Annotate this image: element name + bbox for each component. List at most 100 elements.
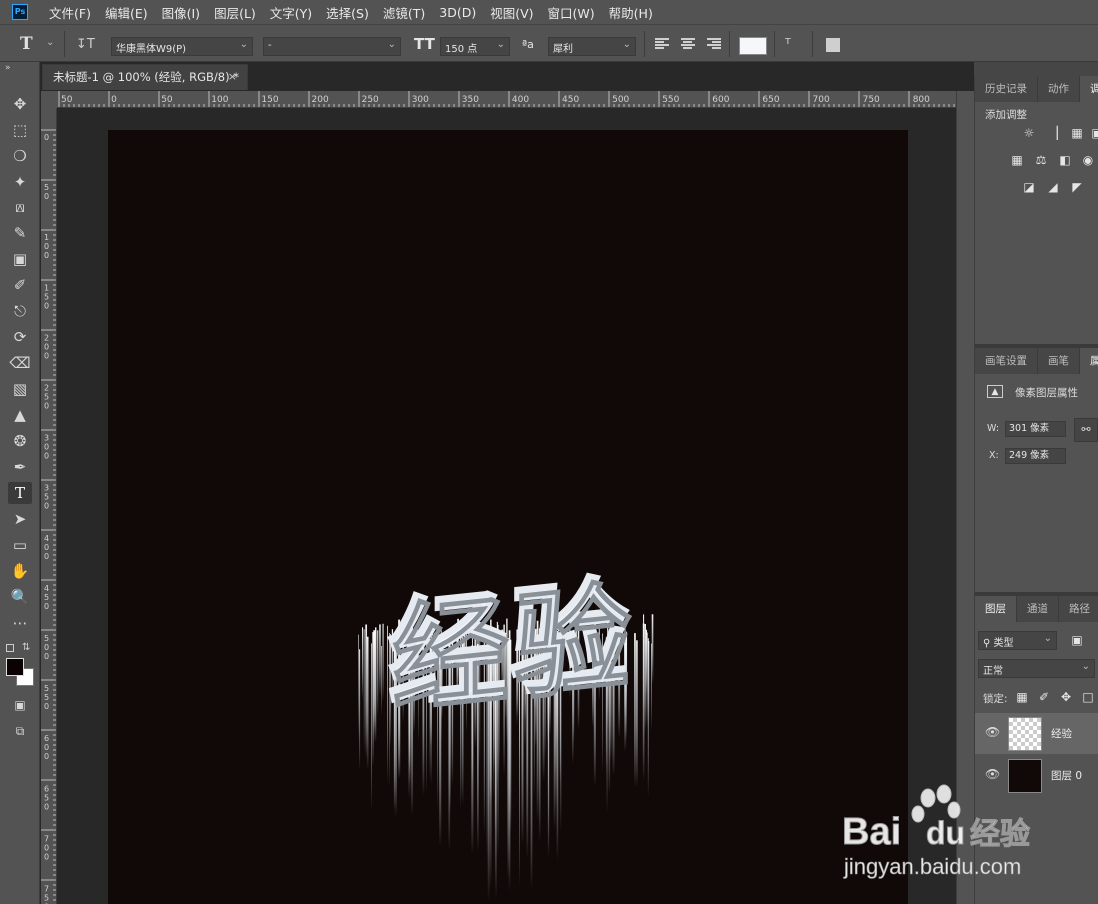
shape-tool-icon[interactable]: ▭ bbox=[8, 534, 32, 556]
brightness-icon[interactable]: ☼ bbox=[1021, 127, 1037, 140]
font-family-select[interactable]: 华康黑体W9(P) ⌄ bbox=[111, 37, 253, 56]
swap-colors-icon[interactable]: ⇅ bbox=[22, 642, 30, 653]
eraser-tool-icon[interactable]: ⌫ bbox=[8, 352, 32, 374]
align-left-icon[interactable] bbox=[655, 38, 669, 50]
document-canvas[interactable]: 经验 经验 bbox=[108, 130, 908, 904]
layer-row[interactable]: 👁 经验 bbox=[975, 713, 1098, 754]
pen-tool-icon[interactable]: ✒ bbox=[8, 456, 32, 478]
black-white-icon[interactable]: ◧ bbox=[1057, 154, 1073, 167]
tab-history[interactable]: 历史记录 bbox=[975, 76, 1038, 102]
marquee-tool-icon[interactable]: ⬚ bbox=[8, 119, 32, 141]
font-size-input[interactable]: 150 点 ⌄ bbox=[440, 37, 510, 56]
vertical-ruler[interactable]: 0501001502002503003504004505005506006507… bbox=[41, 108, 57, 904]
text-orientation-icon[interactable]: ↧T bbox=[76, 37, 95, 52]
tab-properties[interactable]: 属 bbox=[1080, 348, 1098, 374]
vibrance-icon[interactable]: ▦ bbox=[1009, 154, 1025, 167]
threshold-icon[interactable]: ◤ bbox=[1069, 181, 1085, 194]
filter-image-icon[interactable]: ▣ bbox=[1069, 634, 1085, 647]
layer-row[interactable]: 👁 图层 0 bbox=[975, 755, 1098, 796]
width-field[interactable]: 301 像素 bbox=[1005, 421, 1066, 437]
menu-filter[interactable]: 滤镜(T) bbox=[376, 3, 432, 22]
blend-mode-select[interactable]: 正常 ⌄ bbox=[978, 659, 1095, 678]
character-panel-icon[interactable] bbox=[826, 38, 840, 52]
tab-brush[interactable]: 画笔 bbox=[1038, 348, 1080, 374]
layer-filter-select[interactable]: ⚲ 类型 ⌄ bbox=[978, 631, 1057, 650]
move-tool-icon[interactable]: ✥ bbox=[8, 93, 32, 115]
photo-filter-icon[interactable]: ◉ bbox=[1080, 154, 1096, 167]
tab-layers[interactable]: 图层 bbox=[975, 596, 1017, 622]
menu-image[interactable]: 图像(I) bbox=[155, 3, 207, 22]
tool-preset-picker[interactable]: T bbox=[20, 34, 33, 54]
history-brush-tool-icon[interactable]: ⟳ bbox=[8, 326, 32, 348]
stamp-tool-icon[interactable]: ⎋ bbox=[8, 300, 32, 322]
crop-tool-icon[interactable]: ⟎ bbox=[8, 196, 32, 218]
lock-pixels-icon[interactable]: ✐ bbox=[1036, 691, 1052, 704]
menu-edit[interactable]: 编辑(E) bbox=[98, 3, 155, 22]
align-center-icon[interactable] bbox=[681, 38, 695, 50]
blur-tool-icon[interactable]: ▲ bbox=[8, 404, 32, 426]
text-color-swatch[interactable] bbox=[739, 37, 767, 55]
visibility-eye-icon[interactable]: 👁 bbox=[985, 725, 1000, 739]
tab-adjustments[interactable]: 调 bbox=[1080, 76, 1098, 102]
tab-actions[interactable]: 动作 bbox=[1038, 76, 1080, 102]
close-icon[interactable]: × bbox=[228, 65, 237, 89]
brush-tool-icon[interactable]: ✐ bbox=[8, 274, 32, 296]
visibility-eye-icon[interactable]: 👁 bbox=[985, 767, 1000, 781]
zoom-tool-icon[interactable]: 🔍 bbox=[8, 586, 32, 608]
menu-file[interactable]: 文件(F) bbox=[42, 3, 98, 22]
menu-3d[interactable]: 3D(D) bbox=[432, 5, 483, 20]
levels-icon[interactable]: ▕ bbox=[1045, 127, 1061, 140]
path-select-tool-icon[interactable]: ➤ bbox=[8, 508, 32, 530]
tab-paths[interactable]: 路径 bbox=[1059, 596, 1098, 622]
menu-help[interactable]: 帮助(H) bbox=[602, 3, 660, 22]
menu-layer[interactable]: 图层(L) bbox=[207, 3, 263, 22]
color-balance-icon[interactable]: ⚖ bbox=[1033, 154, 1049, 167]
divider bbox=[774, 31, 775, 57]
posterize-icon[interactable]: ◢ bbox=[1045, 181, 1061, 194]
quick-mask-icon[interactable]: ▣ bbox=[8, 694, 32, 716]
gradient-tool-icon[interactable]: ▧ bbox=[8, 378, 32, 400]
hand-tool-icon[interactable]: ✋ bbox=[8, 560, 32, 582]
document-tab[interactable]: 未标题-1 @ 100% (经验, RGB/8) * × bbox=[42, 64, 248, 90]
layer-name[interactable]: 经验 bbox=[1051, 726, 1072, 741]
warp-text-icon[interactable]: ᵀ bbox=[785, 35, 791, 53]
curves-icon[interactable]: ▦ bbox=[1069, 127, 1085, 140]
vertical-scrollbar[interactable] bbox=[956, 91, 974, 904]
lock-artboard-icon[interactable]: □ bbox=[1080, 691, 1096, 704]
healing-tool-icon[interactable]: ▣ bbox=[8, 248, 32, 270]
menu-type[interactable]: 文字(Y) bbox=[263, 3, 319, 22]
tab-channels[interactable]: 通道 bbox=[1017, 596, 1059, 622]
chevron-down-icon[interactable]: ⌄ bbox=[46, 37, 54, 48]
ruler-label: 650 bbox=[762, 95, 779, 105]
screen-mode-icon[interactable]: ⧉ bbox=[8, 720, 32, 742]
antialias-value: 犀利 bbox=[553, 44, 573, 55]
lasso-tool-icon[interactable]: ❍ bbox=[8, 145, 32, 167]
lock-position-icon[interactable]: ✥ bbox=[1058, 691, 1074, 704]
invert-icon[interactable]: ◪ bbox=[1021, 181, 1037, 194]
menu-select[interactable]: 选择(S) bbox=[319, 3, 376, 22]
type-tool-icon[interactable]: T bbox=[8, 482, 32, 504]
x-label: X: bbox=[989, 450, 999, 461]
default-colors-icon[interactable] bbox=[6, 644, 14, 652]
antialias-select[interactable]: 犀利 ⌄ bbox=[548, 37, 636, 56]
tab-brush-settings[interactable]: 画笔设置 bbox=[975, 348, 1038, 374]
x-field[interactable]: 249 像素 bbox=[1005, 448, 1066, 464]
magic-wand-tool-icon[interactable]: ✦ bbox=[8, 171, 32, 193]
exposure-icon[interactable]: ▣ bbox=[1089, 127, 1098, 140]
brush-properties-tabs: 画笔设置 画笔 属 bbox=[975, 348, 1098, 374]
align-right-icon[interactable] bbox=[707, 38, 721, 50]
layer-name[interactable]: 图层 0 bbox=[1051, 768, 1082, 783]
eyedropper-tool-icon[interactable]: ✎ bbox=[8, 222, 32, 244]
ruler-label: 0 bbox=[44, 301, 49, 310]
menu-view[interactable]: 视图(V) bbox=[483, 3, 540, 22]
dodge-tool-icon[interactable]: ❂ bbox=[8, 430, 32, 452]
menu-window[interactable]: 窗口(W) bbox=[541, 3, 602, 22]
horizontal-ruler[interactable]: 50 0 50 100 150 200 250 300 350 400 450 500 550 600 65… bbox=[57, 91, 956, 108]
collapse-icon[interactable]: » bbox=[5, 63, 11, 73]
link-icon[interactable]: ⚯ bbox=[1074, 418, 1098, 442]
ruler-origin[interactable] bbox=[41, 91, 57, 108]
lock-transparency-icon[interactable]: ▦ bbox=[1014, 691, 1030, 704]
more-tools-icon[interactable]: ⋯ bbox=[8, 612, 32, 634]
font-style-select[interactable]: - ⌄ bbox=[263, 37, 401, 56]
foreground-color-swatch[interactable] bbox=[6, 658, 24, 676]
